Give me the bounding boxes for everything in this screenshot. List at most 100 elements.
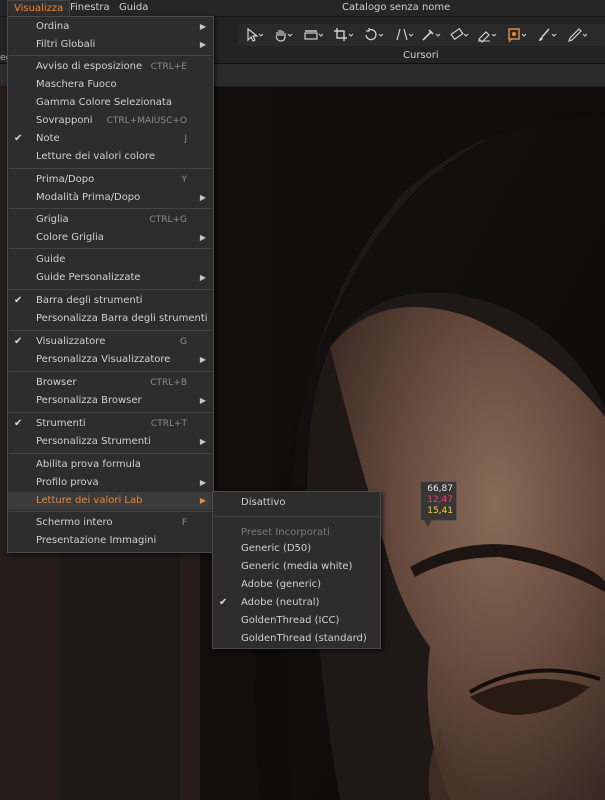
- menu-item-personalizza-browser[interactable]: Personalizza Browser ▶: [8, 392, 213, 410]
- menu-item-filtri-globali[interactable]: Filtri Globali ▶: [8, 36, 213, 54]
- menu-guida[interactable]: Guida: [119, 0, 148, 16]
- menu-item-label: Strumenti: [36, 418, 86, 429]
- menu-separator: [214, 516, 379, 517]
- menu-separator: [9, 248, 212, 249]
- menu-item-ordina[interactable]: Ordina ▶: [8, 18, 213, 36]
- submenu-item-label: GoldenThread (standard): [241, 633, 367, 644]
- menu-item-label: Presentazione Immagini: [36, 535, 157, 546]
- menu-item-schermo-intero[interactable]: Schermo intero F: [8, 514, 213, 532]
- submenu-item-generic-d50[interactable]: Generic (D50): [213, 540, 380, 558]
- select-arrow-icon[interactable]: [242, 27, 264, 43]
- visualizza-menu: Ordina ▶ Filtri Globali ▶ Avviso di esposizi…: [7, 16, 214, 553]
- menu-item-label: Maschera Fuoco: [36, 79, 117, 90]
- submenu-item-label: Disattivo: [241, 497, 286, 508]
- shortcut-label: CTRL+T: [150, 419, 187, 429]
- submenu-item-goldenthread-icc[interactable]: GoldenThread (ICC): [213, 612, 380, 630]
- menu-item-label: Schermo intero: [36, 517, 113, 528]
- menu-item-strumenti[interactable]: ✔ Strumenti CTRL+T: [8, 415, 213, 433]
- submenu-arrow-icon: ▶: [199, 355, 206, 364]
- menu-item-guide[interactable]: Guide: [8, 251, 213, 269]
- menu-item-label: Abilita prova formula: [36, 459, 141, 470]
- submenu-item-adobe-generic[interactable]: Adobe (generic): [213, 576, 380, 594]
- menu-item-label: Avviso di esposizione: [36, 61, 143, 72]
- submenu-arrow-icon: ▶: [199, 396, 206, 405]
- menu-item-personalizza-barra-degli-strumenti[interactable]: Personalizza Barra degli strumenti: [8, 310, 213, 328]
- menu-item-gamma-colore-selezionata[interactable]: Gamma Colore Selezionata: [8, 94, 213, 112]
- menu-item-guide-personalizzate[interactable]: Guide Personalizzate ▶: [8, 269, 213, 287]
- checkmark-icon: ✔: [14, 418, 23, 429]
- shortcut-label: CTRL+E: [150, 62, 187, 72]
- menu-item-sovrapponi[interactable]: Sovrapponi CTRL+MAIUSC+O: [8, 112, 213, 130]
- menu-item-abilita-prova-formula[interactable]: Abilita prova formula: [8, 456, 213, 474]
- submenu-arrow-icon: ▶: [199, 22, 206, 31]
- menu-item-barra-degli-strumenti[interactable]: ✔ Barra degli strumenti: [8, 292, 213, 310]
- menu-item-label: Gamma Colore Selezionata: [36, 97, 172, 108]
- menu-item-label: Barra degli strumenti: [36, 295, 143, 306]
- menu-item-griglia[interactable]: Griglia CTRL+G: [8, 211, 213, 229]
- menu-item-prima-dopo[interactable]: Prima/Dopo Y: [8, 171, 213, 189]
- menu-item-label: Prima/Dopo: [36, 174, 95, 185]
- cursor-tools: [238, 24, 605, 46]
- menu-item-label: Personalizza Visualizzatore: [36, 354, 171, 365]
- checkmark-icon: ✔: [14, 295, 23, 306]
- brush-icon[interactable]: [536, 27, 558, 43]
- menu-visualizza[interactable]: Visualizza: [7, 0, 71, 16]
- rotate-icon[interactable]: [362, 27, 384, 43]
- shortcut-label: F: [181, 518, 187, 528]
- menu-item-maschera-fuoco[interactable]: Maschera Fuoco: [8, 76, 213, 94]
- menu-item-browser[interactable]: Browser CTRL+B: [8, 374, 213, 392]
- menu-item-note[interactable]: ✔ Note J: [8, 130, 213, 148]
- submenu-item-label: Adobe (neutral): [241, 597, 320, 608]
- menu-item-label: Colore Griglia: [36, 232, 104, 243]
- menu-item-label: Sovrapponi: [36, 115, 93, 126]
- shortcut-label: G: [180, 337, 187, 347]
- submenu-arrow-icon: ▶: [199, 193, 206, 202]
- menu-item-label: Visualizzatore: [36, 336, 106, 347]
- menu-separator: [9, 453, 212, 454]
- menu-finestra[interactable]: Finestra: [70, 0, 110, 16]
- keystone-icon[interactable]: [392, 27, 414, 43]
- color-readout-icon[interactable]: [506, 27, 528, 43]
- eraser-brush-icon[interactable]: [476, 27, 498, 43]
- checkmark-icon: ✔: [219, 597, 228, 608]
- straighten-icon[interactable]: [302, 27, 324, 43]
- window-title: Catalogo senza nome: [342, 2, 451, 13]
- menu-item-profilo-prova[interactable]: Profilo prova ▶: [8, 474, 213, 492]
- menu-item-label: Personalizza Strumenti: [36, 436, 151, 447]
- menu-separator: [9, 371, 212, 372]
- menu-item-personalizza-strumenti[interactable]: Personalizza Strumenti ▶: [8, 433, 213, 451]
- menu-item-colore-griglia[interactable]: Colore Griglia ▶: [8, 229, 213, 247]
- pencil-icon[interactable]: [566, 27, 588, 43]
- submenu-arrow-icon: ▶: [199, 496, 206, 505]
- submenu-item-generic-media-white[interactable]: Generic (media white): [213, 558, 380, 576]
- menu-item-label: Personalizza Browser: [36, 395, 142, 406]
- menu-item-letture-dei-valori-colore[interactable]: Letture dei valori colore: [8, 148, 213, 166]
- submenu-item-label: GoldenThread (ICC): [241, 615, 340, 626]
- menu-item-letture-dei-valori-lab[interactable]: Letture dei valori Lab ▶: [8, 492, 213, 510]
- submenu-item-adobe-neutral[interactable]: ✔ Adobe (neutral): [213, 594, 380, 612]
- crop-icon[interactable]: [332, 27, 354, 43]
- hand-pan-icon[interactable]: [272, 27, 294, 43]
- lab-l-value: 66,87: [427, 484, 453, 494]
- shortcut-label: CTRL+MAIUSC+O: [106, 116, 187, 126]
- menu-item-label: Browser: [36, 377, 77, 388]
- menu-item-personalizza-visualizzatore[interactable]: Personalizza Visualizzatore ▶: [8, 351, 213, 369]
- menu-item-presentazione-immagini[interactable]: Presentazione Immagini: [8, 532, 213, 550]
- submenu-item-disattivo[interactable]: Disattivo: [213, 494, 380, 512]
- lab-b-value: 15,41: [427, 506, 453, 516]
- submenu-item-goldenthread-standard[interactable]: GoldenThread (standard): [213, 630, 380, 648]
- wb-picker-icon[interactable]: [448, 27, 470, 43]
- menu-separator: [9, 208, 212, 209]
- menu-item-label: Griglia: [36, 214, 69, 225]
- menu-item-label: Filtri Globali: [36, 39, 96, 50]
- menu-separator: [9, 330, 212, 331]
- menu-item-avviso-di-esposizione[interactable]: Avviso di esposizione CTRL+E: [8, 58, 213, 76]
- lab-readout-submenu: Disattivo Preset Incorporati Generic (D50)…: [212, 491, 381, 649]
- color-picker-icon[interactable]: [420, 27, 442, 43]
- menu-item-label: Personalizza Barra degli strumenti: [36, 313, 208, 324]
- menu-item-visualizzatore[interactable]: ✔ Visualizzatore G: [8, 333, 213, 351]
- submenu-arrow-icon: ▶: [199, 233, 206, 242]
- menu-item-modalita-prima-dopo[interactable]: Modalità Prima/Dopo ▶: [8, 189, 213, 207]
- menu-separator: [9, 511, 212, 512]
- menu-item-label: Letture dei valori Lab: [36, 495, 143, 506]
